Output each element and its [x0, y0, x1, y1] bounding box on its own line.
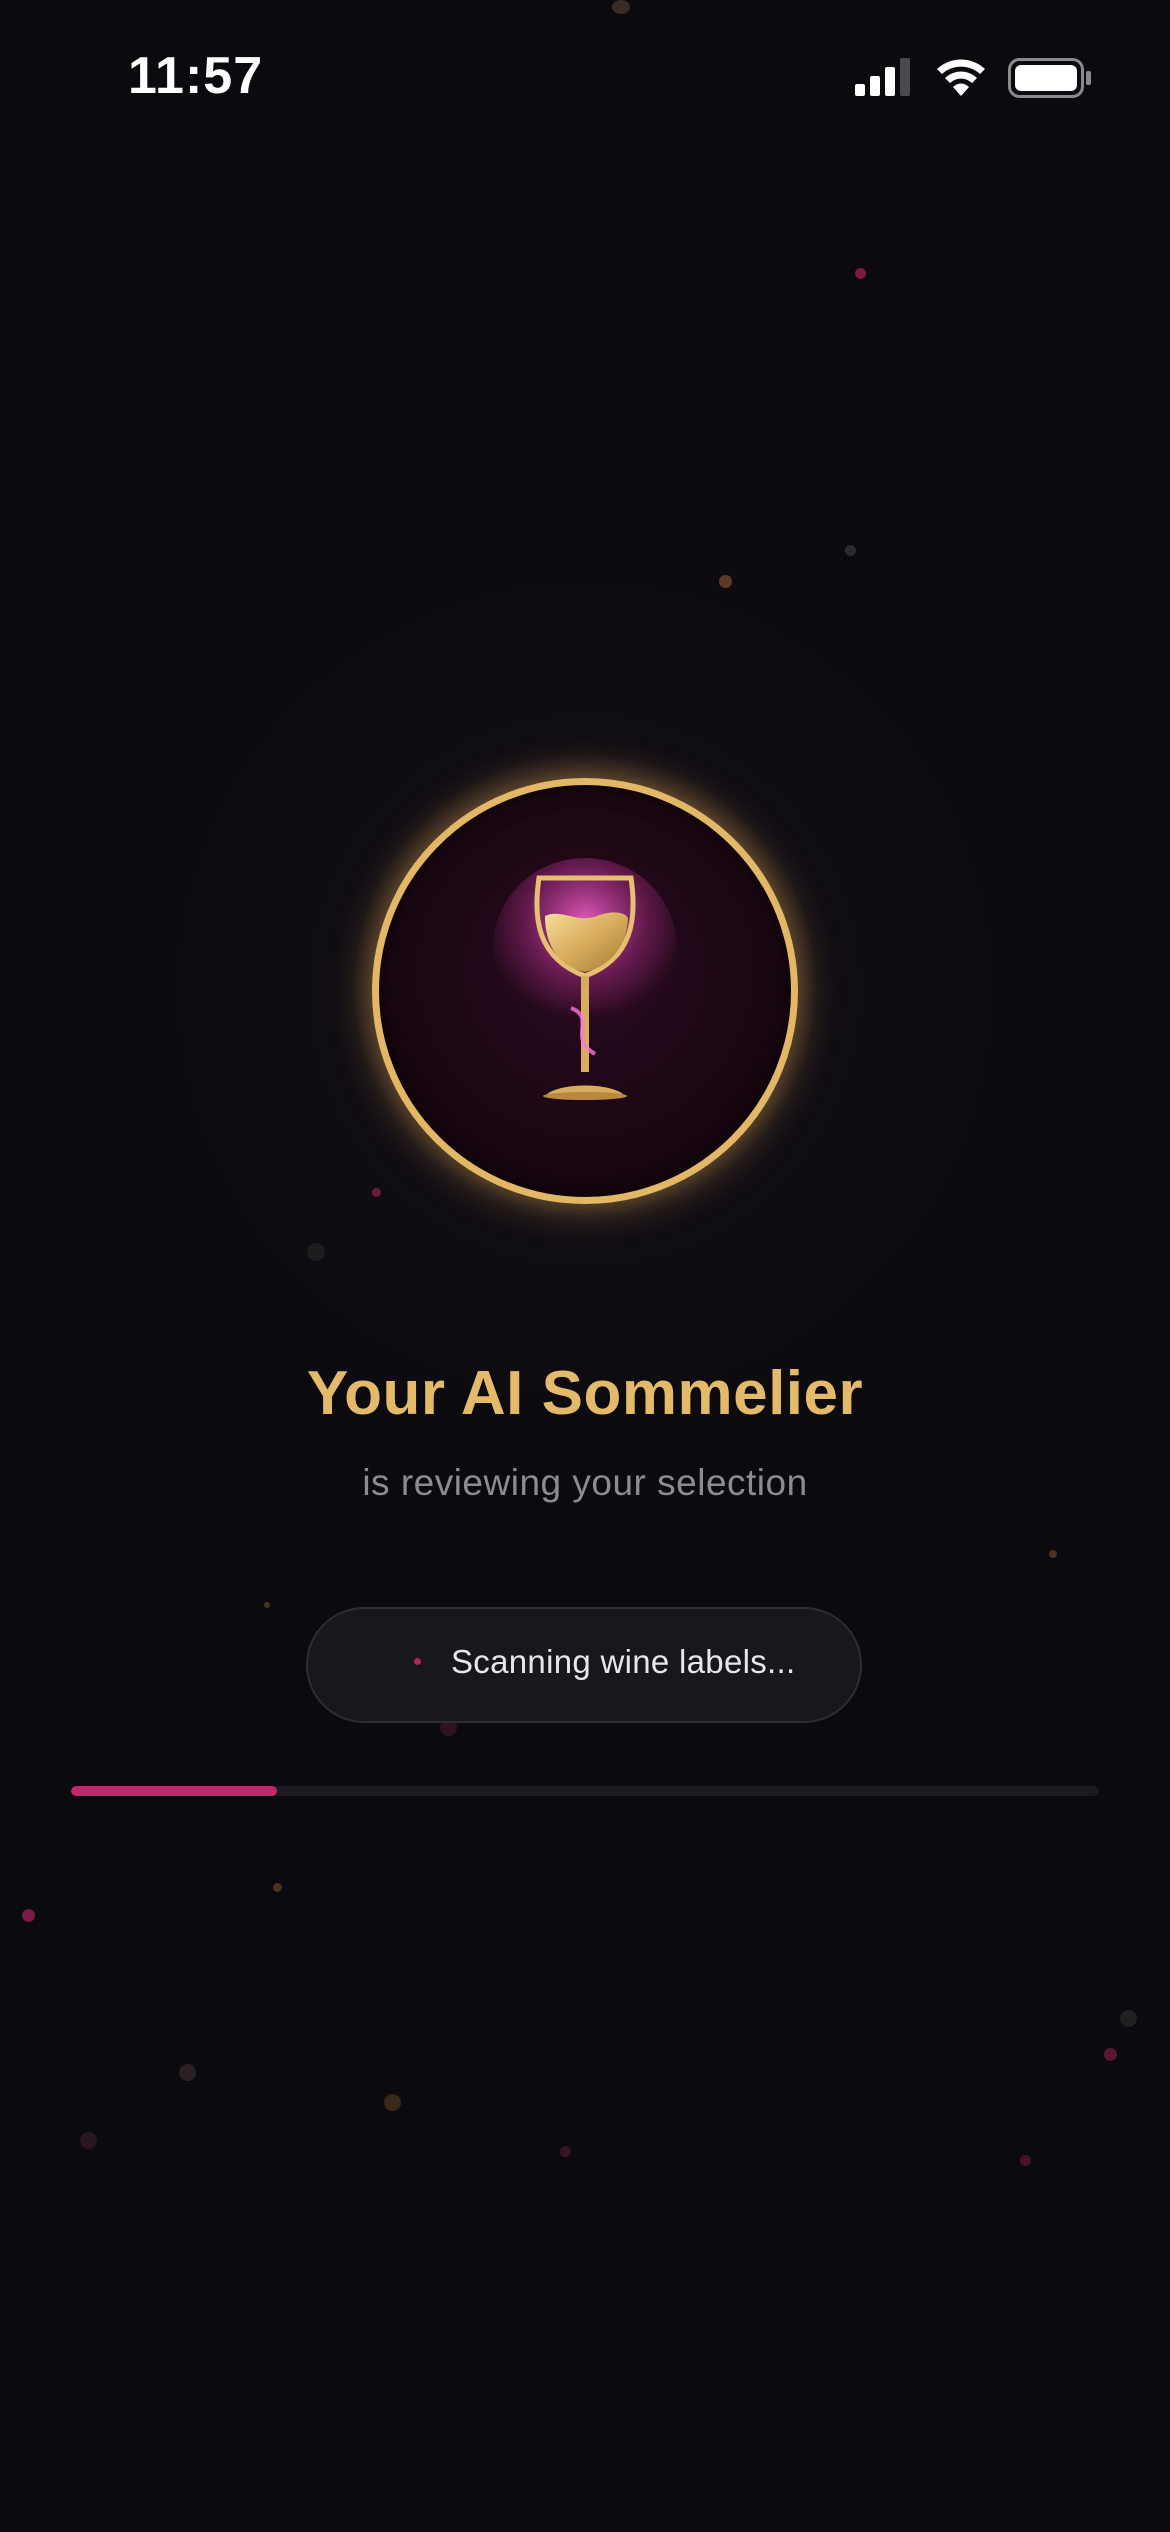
particle [80, 2132, 97, 2149]
cellular-signal-icon [855, 58, 910, 96]
page-title: Your AI Sommelier [306, 1359, 864, 1428]
status-message: Scanning wine labels... [451, 1643, 796, 1680]
background-glow [0, 0, 1170, 2532]
particle [273, 1883, 282, 1892]
particle [372, 1188, 381, 1197]
particle [1049, 1550, 1057, 1558]
page-subtitle: is reviewing your selection [362, 1462, 808, 1503]
status-bar: 11:57 [0, 0, 1170, 150]
particle [307, 1243, 325, 1261]
battery-icon [1008, 58, 1091, 98]
progress-fill [71, 1786, 277, 1796]
particle [384, 2094, 401, 2111]
progress-bar [71, 1786, 1099, 1796]
particle [264, 1602, 270, 1608]
particle [22, 1909, 35, 1922]
status-pill: Scanning wine labels... [306, 1607, 862, 1723]
particle [1120, 2010, 1137, 2027]
wine-glass-icon [493, 858, 677, 1100]
status-time: 11:57 [128, 47, 264, 105]
particle [1020, 2155, 1031, 2166]
particle [845, 545, 856, 556]
particle [179, 2064, 196, 2081]
particle [560, 2146, 571, 2157]
loading-dot-icon [414, 1658, 421, 1665]
wifi-icon [937, 59, 985, 96]
particle [719, 575, 732, 588]
particle [1104, 2048, 1117, 2061]
particle [855, 268, 866, 279]
